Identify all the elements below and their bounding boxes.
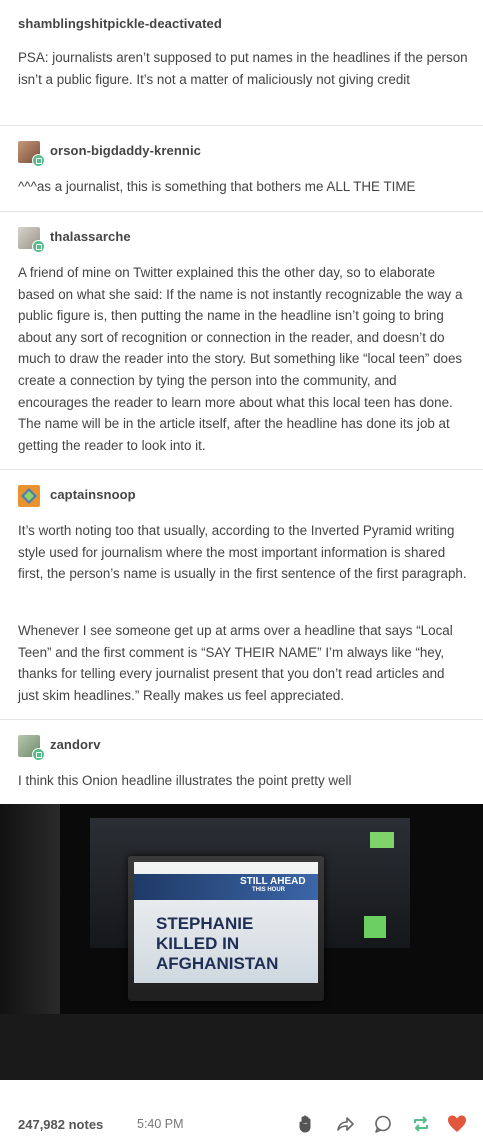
news-headline: STEPHANIE KILLED IN AFGHANISTAN [156,914,279,973]
share-icon[interactable] [335,1114,355,1134]
post-text: A friend of mine on Twitter explained th… [18,265,463,453]
post-divider [0,211,483,212]
post-text: PSA: journalists aren’t supposed to put … [18,50,468,87]
reply-icon[interactable] [373,1114,393,1134]
reblog-icon[interactable] [411,1114,431,1134]
post-divider [0,125,483,126]
image-green-monitor [364,916,386,938]
post-time: 5:40 PM [137,1117,184,1131]
post-image[interactable]: STILL AHEAD THIS HOUR STEPHANIE KILLED I… [0,804,483,1080]
reblog-badge-icon [32,240,45,253]
post-username[interactable]: shamblingshitpickle-deactivated [18,16,222,31]
still-ahead-text: STILL AHEAD [240,876,306,887]
like-hand-icon[interactable] [297,1114,317,1134]
heart-icon[interactable] [447,1114,467,1134]
news-monitor: STILL AHEAD THIS HOUR STEPHANIE KILLED I… [128,856,324,1001]
image-desk [0,1014,483,1080]
reblog-badge-icon [32,748,45,761]
avatar[interactable] [18,485,40,507]
news-screen: STILL AHEAD THIS HOUR STEPHANIE KILLED I… [134,862,318,983]
post-username[interactable]: captainsnoop [50,487,136,502]
post-text: Whenever I see someone get up at arms ov… [18,623,453,703]
avatar-diamond-icon [21,488,37,504]
post-text: I think this Onion headline illustrates … [18,773,352,788]
post-text: ^^^as a journalist, this is something th… [18,179,416,194]
image-green-monitor [370,832,394,848]
post-text: It’s worth noting too that usually, acco… [18,523,467,582]
post-divider [0,469,483,470]
this-hour-text: THIS HOUR [252,887,285,893]
post-divider [0,719,483,720]
notes-count[interactable]: 247,982 notes [18,1117,103,1132]
post-username[interactable]: zandorv [50,737,101,752]
reblog-badge-icon [32,154,45,167]
post-username[interactable]: orson-bigdaddy-krennic [50,143,201,158]
post-username[interactable]: thalassarche [50,229,131,244]
post-footer: 247,982 notes 5:40 PM [0,1100,483,1146]
